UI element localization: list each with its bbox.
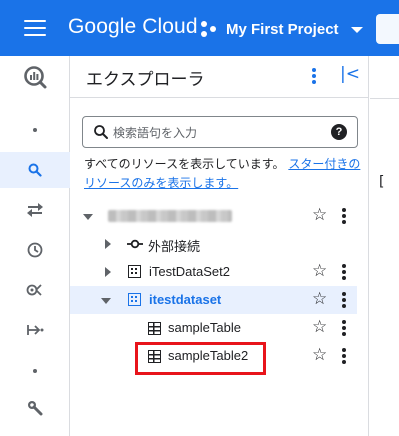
explorer-panel: エクスプローラ |< ? すべてのリソースを表示しています。 スター付きのリソー… bbox=[70, 56, 369, 436]
collapse-panel-icon[interactable]: |< bbox=[340, 64, 360, 84]
pipeline-icon[interactable] bbox=[0, 318, 70, 342]
content-glyph: [ bbox=[379, 174, 385, 190]
expand-caret-icon[interactable] bbox=[105, 267, 111, 277]
star-icon[interactable]: ☆ bbox=[312, 291, 327, 308]
star-icon[interactable]: ☆ bbox=[312, 347, 327, 364]
star-icon[interactable]: ☆ bbox=[312, 207, 327, 224]
divider bbox=[370, 98, 399, 99]
search-icon[interactable] bbox=[0, 152, 70, 188]
table-icon bbox=[148, 322, 161, 335]
main-content-peek: [ bbox=[370, 56, 399, 436]
tree-row-table[interactable]: sampleTable ☆ bbox=[70, 314, 357, 342]
help-icon[interactable]: ? bbox=[331, 124, 347, 140]
tree-row-external-connections[interactable]: 外部接続 bbox=[70, 230, 357, 258]
chevron-down-icon bbox=[350, 27, 363, 33]
transfers-icon[interactable] bbox=[0, 198, 70, 222]
explorer-search[interactable]: ? bbox=[82, 116, 358, 148]
collapse-caret-icon[interactable] bbox=[101, 298, 111, 304]
explorer-header: エクスプローラ |< bbox=[70, 56, 369, 98]
dataset-icon bbox=[128, 293, 141, 306]
tree-row-dataset-selected[interactable]: itestdataset ☆ bbox=[70, 286, 357, 314]
star-icon[interactable]: ☆ bbox=[312, 263, 327, 280]
main-menu-button[interactable] bbox=[24, 20, 46, 37]
history-icon[interactable] bbox=[0, 238, 70, 262]
search-bar-edge[interactable] bbox=[376, 14, 399, 44]
explorer-more-icon[interactable] bbox=[308, 66, 320, 86]
analytics-hub-icon[interactable] bbox=[0, 278, 70, 302]
dot-icon bbox=[0, 120, 70, 140]
search-icon bbox=[94, 125, 108, 139]
more-actions-icon[interactable] bbox=[342, 208, 346, 224]
project-picker[interactable]: My First Project bbox=[200, 13, 363, 45]
search-input[interactable] bbox=[113, 123, 323, 143]
google-cloud-logo[interactable]: Google Cloud bbox=[68, 15, 198, 39]
collapse-caret-icon[interactable] bbox=[83, 214, 93, 220]
table-label: sampleTable bbox=[168, 320, 241, 335]
tree-row-dataset[interactable]: iTestDataSet2 ☆ bbox=[70, 258, 357, 286]
highlight-annotation-box bbox=[135, 342, 266, 375]
navigation-rail bbox=[0, 56, 70, 436]
explorer-title: エクスプローラ bbox=[86, 70, 205, 90]
external-connection-icon bbox=[127, 239, 143, 249]
bigquery-logo-icon[interactable] bbox=[0, 56, 70, 98]
dataset-label: itestdataset bbox=[149, 292, 222, 307]
more-actions-icon[interactable] bbox=[342, 292, 346, 308]
project-name-redacted bbox=[108, 210, 232, 222]
more-actions-icon[interactable] bbox=[342, 348, 346, 364]
dataset-icon bbox=[128, 265, 141, 278]
dataset-label: iTestDataSet2 bbox=[149, 264, 230, 279]
wrench-icon[interactable] bbox=[0, 396, 70, 420]
tree-row-project[interactable]: ☆ bbox=[70, 202, 357, 230]
star-icon[interactable]: ☆ bbox=[312, 319, 327, 336]
resource-filter-notice: すべてのリソースを表示しています。 スター付きのリソースのみを表示します。 bbox=[84, 155, 364, 193]
project-hierarchy-icon bbox=[200, 20, 218, 38]
dot-icon bbox=[0, 361, 70, 381]
project-name: My First Project bbox=[226, 20, 339, 38]
more-actions-icon[interactable] bbox=[342, 264, 346, 280]
top-app-bar: Google Cloud My First Project bbox=[0, 0, 399, 56]
external-connections-label: 外部接続 bbox=[148, 239, 201, 254]
expand-caret-icon[interactable] bbox=[105, 239, 111, 249]
notice-text: すべてのリソースを表示しています。 bbox=[84, 157, 285, 171]
more-actions-icon[interactable] bbox=[342, 320, 346, 336]
